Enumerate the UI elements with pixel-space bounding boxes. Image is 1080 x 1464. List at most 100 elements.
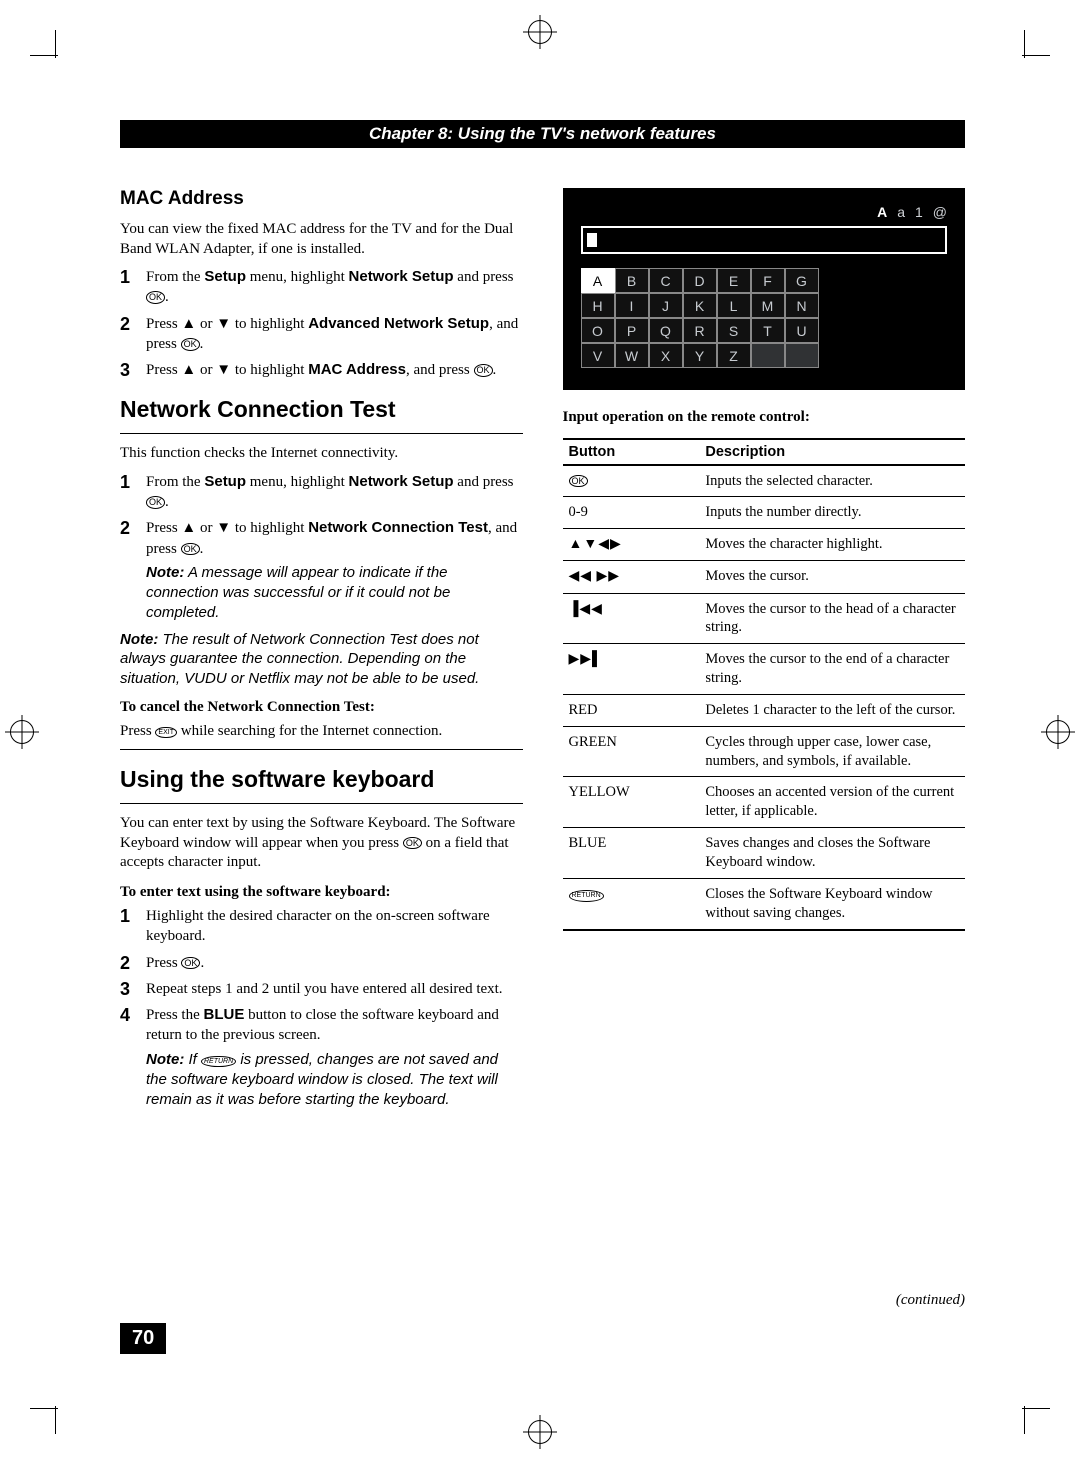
table-row: 0-9Inputs the number directly.	[563, 497, 966, 529]
sk-intro: You can enter text by using the Software…	[120, 814, 523, 873]
osk-key: X	[649, 343, 683, 368]
osk-key: M	[751, 293, 785, 318]
button-cell: 0-9	[563, 497, 700, 529]
description-cell: Cycles through upper case, lower case, n…	[699, 726, 965, 777]
osk-key: S	[717, 318, 751, 343]
table-row: RETURNCloses the Software Keyboard windo…	[563, 878, 966, 929]
nct-step-note: Note: A message will appear to indicate …	[146, 563, 523, 624]
description-cell: Chooses an accented version of the curre…	[699, 777, 965, 828]
osk-input-field	[581, 226, 948, 254]
description-cell: Saves changes and closes the Software Ke…	[699, 828, 965, 879]
description-cell: Moves the cursor to the end of a charact…	[699, 644, 965, 695]
crop-mark	[1024, 30, 1025, 58]
osk-key: P	[615, 318, 649, 343]
registration-mark	[1046, 720, 1070, 744]
table-row: REDDeletes 1 character to the left of th…	[563, 694, 966, 726]
chapter-header: Chapter 8: Using the TV's network featur…	[120, 120, 965, 148]
osk-key: H	[581, 293, 615, 318]
mac-step-2: Press ▲ or ▼ to highlight Advanced Netwo…	[120, 314, 523, 355]
osk-key: B	[615, 268, 649, 293]
section-rule	[120, 749, 523, 750]
mac-intro: You can view the fixed MAC address for t…	[120, 220, 523, 259]
osk-empty	[751, 343, 785, 368]
button-cell: RETURN	[563, 878, 700, 929]
osk-key: V	[581, 343, 615, 368]
osk-mode-row: A a 1 @	[581, 204, 948, 220]
right-column: A a 1 @ A B C D E F G H I	[563, 188, 966, 1116]
remote-table-title: Input operation on the remote control:	[563, 408, 966, 428]
button-cell: ▲▼◀▶	[563, 529, 700, 561]
osk-key: U	[785, 318, 819, 343]
button-cell: ◀◀ ▶▶	[563, 561, 700, 593]
table-row: YELLOWChooses an accented version of the…	[563, 777, 966, 828]
section-rule	[120, 433, 523, 434]
button-cell: OK	[563, 465, 700, 497]
exit-icon: EXIT	[155, 727, 177, 739]
nct-steps: From the Setup menu, highlight Network S…	[120, 472, 523, 624]
osk-key: T	[751, 318, 785, 343]
table-row: ▲▼◀▶ Moves the character highlight.	[563, 529, 966, 561]
crop-mark	[1022, 1408, 1050, 1409]
return-icon: RETURN	[201, 1056, 236, 1068]
osk-key: Y	[683, 343, 717, 368]
nct-cancel-text: Press EXIT while searching for the Inter…	[120, 722, 523, 742]
osk-mode: @	[933, 204, 947, 220]
osk-empty	[785, 343, 819, 368]
mac-address-heading: MAC Address	[120, 188, 523, 210]
arrow-icons: ◀◀ ▶▶	[569, 569, 621, 584]
osk-key-a: A	[581, 268, 615, 293]
col-button: Button	[563, 439, 700, 465]
description-cell: Moves the cursor.	[699, 561, 965, 593]
left-column: MAC Address You can view the fixed MAC a…	[120, 188, 523, 1116]
osk-key: E	[717, 268, 751, 293]
osk-key: Z	[717, 343, 751, 368]
page-number: 70	[120, 1323, 166, 1354]
mac-steps: From the Setup menu, highlight Network S…	[120, 267, 523, 380]
ok-icon: OK	[569, 475, 588, 488]
registration-mark	[528, 1420, 552, 1444]
table-row: ▶▶▌Moves the cursor to the end of a char…	[563, 644, 966, 695]
button-cell: ▐◀◀	[563, 593, 700, 644]
section-rule	[120, 803, 523, 804]
osk-key: K	[683, 293, 717, 318]
description-cell: Deletes 1 character to the left of the c…	[699, 694, 965, 726]
crop-mark	[1022, 55, 1050, 56]
nct-cancel-heading: To cancel the Network Connection Test:	[120, 698, 523, 718]
table-row: GREENCycles through upper case, lower ca…	[563, 726, 966, 777]
ok-icon: OK	[146, 291, 165, 304]
on-screen-keyboard: A a 1 @ A B C D E F G H I	[563, 188, 966, 390]
network-connection-test-heading: Network Connection Test	[120, 396, 523, 423]
crop-mark	[30, 55, 58, 56]
osk-key: I	[615, 293, 649, 318]
osk-key: G	[785, 268, 819, 293]
crop-mark	[1024, 1406, 1025, 1434]
osk-key: R	[683, 318, 717, 343]
arrow-icons: ▐◀◀	[569, 602, 603, 617]
ok-icon: OK	[403, 837, 422, 850]
osk-key: J	[649, 293, 683, 318]
ok-icon: OK	[474, 364, 493, 377]
remote-button-table: Button Description OKInputs the selected…	[563, 438, 966, 931]
registration-mark	[528, 20, 552, 44]
sk-subhead: To enter text using the software keyboar…	[120, 883, 523, 903]
description-cell: Moves the cursor to the head of a charac…	[699, 593, 965, 644]
arrow-icons: ▲▼◀▶	[569, 537, 622, 552]
button-cell: YELLOW	[563, 777, 700, 828]
sk-step-note: Note: If RETURN is pressed, changes are …	[146, 1050, 523, 1111]
crop-mark	[55, 30, 56, 58]
button-cell: RED	[563, 694, 700, 726]
button-cell: BLUE	[563, 828, 700, 879]
return-icon: RETURN	[569, 890, 604, 902]
description-cell: Moves the character highlight.	[699, 529, 965, 561]
registration-mark	[10, 720, 34, 744]
osk-key: W	[615, 343, 649, 368]
sk-step-1: Highlight the desired character on the o…	[120, 906, 523, 947]
software-keyboard-heading: Using the software keyboard	[120, 766, 523, 793]
button-cell: ▶▶▌	[563, 644, 700, 695]
table-row: ▐◀◀ Moves the cursor to the head of a cha…	[563, 593, 966, 644]
continued-label: (continued)	[896, 1292, 965, 1309]
table-row: OKInputs the selected character.	[563, 465, 966, 497]
osk-mode: 1	[915, 204, 923, 220]
osk-key: D	[683, 268, 717, 293]
ok-icon: OK	[146, 496, 165, 509]
